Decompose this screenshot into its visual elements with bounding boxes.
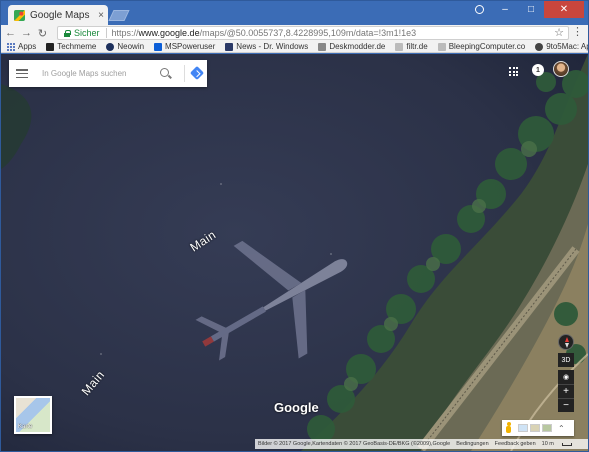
user-profile-icon[interactable] [466, 1, 492, 18]
deskmodder-icon [318, 42, 327, 51]
bookmark-label: BleepingComputer.co [448, 42, 526, 51]
chevron-up-icon[interactable]: ⌃ [558, 424, 565, 433]
browser-toolbar: ← → ↻ Sicher https://www.google.de/maps/… [1, 25, 588, 41]
bookmark-item[interactable]: BleepingComputer.co [437, 42, 526, 51]
google-apps-icon[interactable] [509, 67, 518, 76]
bookmark-label: Apps [18, 42, 37, 51]
bookmark-label: News - Dr. Windows [236, 42, 309, 51]
feedback-link[interactable]: Feedback geben [495, 441, 536, 447]
bookmark-item[interactable]: Techmeme [46, 42, 96, 51]
map-type-toggle[interactable]: Karte [14, 396, 52, 434]
neowin-icon [106, 42, 115, 51]
pegman-icon[interactable] [505, 422, 512, 434]
tab-strip: Google Maps × – □ ✕ [1, 1, 588, 25]
directions-icon[interactable] [189, 65, 205, 81]
map-viewport[interactable]: 1 Main Main Google Karte 3D ◉ + − ⌃ Bild… [1, 54, 588, 451]
bookmark-label: MSPoweruser [165, 42, 216, 51]
search-divider [184, 65, 185, 82]
bookmark-item[interactable]: MSPoweruser [154, 42, 215, 51]
search-icon[interactable] [160, 68, 169, 77]
bookmark-label: Techmeme [57, 42, 97, 51]
browser-window: Google Maps × – □ ✕ ← → ↻ Sicher https:/… [0, 0, 589, 452]
compass-icon[interactable] [558, 334, 574, 350]
bookmarks-bar: Apps Techmeme Neowin MSPoweruser News - Dr. … [1, 41, 588, 53]
terms-link[interactable]: Bedingungen [456, 441, 488, 447]
close-window-button[interactable]: ✕ [544, 1, 584, 18]
drwindows-icon [225, 42, 234, 51]
bookmark-item[interactable]: Apps [7, 42, 36, 51]
google-logo: Google [274, 400, 319, 415]
new-tab-button[interactable] [108, 10, 130, 21]
zoom-out-button[interactable]: − [558, 398, 574, 412]
lock-icon[interactable] [64, 29, 71, 37]
map-status-bar: Bilder © 2017 Google,Kartendaten © 2017 … [255, 439, 588, 449]
tab-google-maps[interactable]: Google Maps × [8, 5, 108, 25]
mspoweruser-icon [154, 42, 163, 51]
google-maps-favicon-icon [14, 9, 25, 21]
bookmark-item[interactable]: 9to5Mac: Apple iPho [535, 42, 588, 51]
url-path: /maps/@50.0055737,8.4228995,109m/data=!3… [199, 28, 417, 38]
url-host: www.google.de [138, 28, 200, 38]
scale-bar [561, 442, 572, 446]
maximize-button[interactable]: □ [518, 1, 544, 18]
maps-search-input[interactable] [42, 69, 152, 78]
layer-thumb[interactable] [542, 424, 552, 432]
my-location-button[interactable]: ◉ [558, 370, 574, 384]
techmeme-icon [46, 42, 55, 51]
layer-thumb[interactable] [530, 424, 540, 432]
maps-search-box [9, 60, 207, 87]
bookmark-label: Deskmodder.de [329, 42, 386, 51]
scale-label: 10 m [541, 441, 554, 447]
bookmark-label: filtr.de [406, 42, 428, 51]
bookmark-item[interactable]: News - Dr. Windows [225, 42, 308, 51]
bookmark-item[interactable]: filtr.de [395, 42, 428, 51]
reload-icon[interactable]: ↻ [36, 27, 49, 40]
secure-label[interactable]: Sicher [74, 28, 100, 38]
bookmark-item[interactable]: Neowin [106, 42, 144, 51]
tab-title: Google Maps [30, 9, 90, 21]
clock-icon [535, 42, 544, 51]
page-icon [395, 42, 404, 51]
bookmark-star-icon[interactable]: ☆ [554, 26, 564, 39]
bookmark-label: Neowin [117, 42, 145, 51]
avatar[interactable] [553, 61, 569, 77]
back-arrow-icon[interactable]: ← [4, 27, 17, 40]
bookmark-item[interactable]: Deskmodder.de [318, 42, 385, 51]
close-tab-icon[interactable]: × [94, 10, 108, 21]
minimize-button[interactable]: – [492, 1, 518, 18]
layers-bar: ⌃ [502, 420, 574, 436]
window-controls: – □ ✕ [466, 1, 584, 18]
forward-arrow-icon[interactable]: → [20, 27, 33, 40]
notifications-icon[interactable]: 1 [532, 64, 544, 76]
menu-hamburger-icon[interactable] [16, 69, 28, 78]
browser-menu-icon[interactable]: ⋮ [572, 26, 583, 39]
minimap-label: Karte [18, 424, 33, 430]
url-scheme: https:// [111, 28, 139, 38]
omnibox-divider [105, 28, 107, 38]
page-icon [437, 42, 446, 51]
attribution-text: Bilder © 2017 Google,Kartendaten © 2017 … [258, 441, 451, 447]
map-controls: 3D ◉ + − [558, 334, 574, 412]
apps-icon [7, 42, 15, 51]
layer-thumb[interactable] [518, 424, 528, 432]
tilt-3d-button[interactable]: 3D [558, 353, 574, 367]
zoom-in-button[interactable]: + [558, 384, 574, 398]
address-bar[interactable]: Sicher https://www.google.de/maps/@50.00… [57, 26, 569, 40]
bookmark-label: 9to5Mac: Apple iPho [546, 42, 588, 51]
